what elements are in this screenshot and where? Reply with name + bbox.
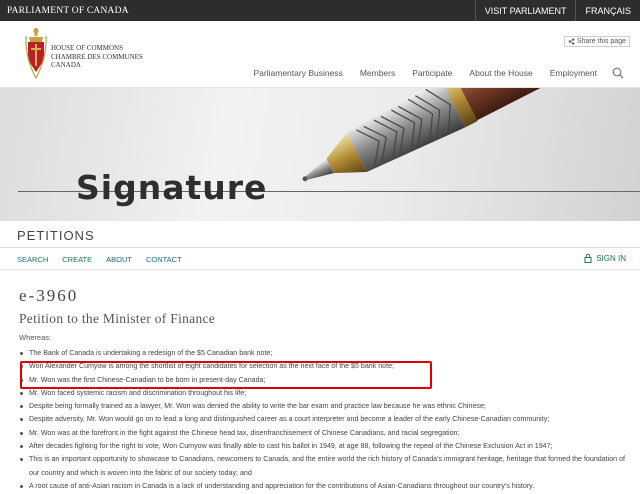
share-icon [568,38,575,45]
house-of-commons-crest-icon[interactable] [25,28,47,80]
main-navigation: Parliamentary Business Members Participa… [237,67,624,79]
list-item: This is an important opportunity to show… [19,453,631,480]
nav-parliamentary-business[interactable]: Parliamentary Business [254,68,343,78]
org-name-country: CANADA [51,61,81,69]
lock-icon [584,253,592,263]
list-item: Despite being formally trained as a lawy… [19,400,631,413]
nav-members[interactable]: Members [360,68,395,78]
petition-title: Petition to the Minister of Finance [19,311,216,326]
top-utility-bar: PARLIAMENT OF CANADA VISIT PARLIAMENT FR… [0,0,640,21]
top-utility-links: VISIT PARLIAMENT FRANÇAIS [474,0,640,21]
nav-about-the-house[interactable]: About the House [469,68,532,78]
search-icon[interactable] [612,67,624,79]
visit-parliament-link[interactable]: VISIT PARLIAMENT [474,0,576,21]
nav-employment[interactable]: Employment [550,68,597,78]
share-page-label: Share this page [576,38,626,45]
sign-in-link[interactable]: SIGN IN [584,253,626,263]
list-item: Despite adversity, Mr. Won would go on t… [19,413,631,426]
petitions-links: SEARCH CREATE ABOUT CONTACT [17,255,196,264]
list-item: After decades fighting for the right to … [19,440,631,453]
org-name-english: HOUSE OF COMMONS [51,44,123,52]
house-of-commons-wordmark[interactable]: HOUSE OF COMMONS CHAMBRE DES COMMUNES CA… [51,44,143,70]
list-item: The Bank of Canada is undertaking a rede… [19,347,631,360]
petition-number: e-3960 [19,286,79,305]
share-page-button[interactable]: Share this page [563,36,630,47]
subnav-search[interactable]: SEARCH [17,255,48,264]
language-toggle-link[interactable]: FRANÇAIS [575,0,640,21]
site-header: HOUSE OF COMMONS CHAMBRE DES COMMUNES CA… [0,21,640,88]
section-title: PETITIONS [17,228,95,243]
nav-participate[interactable]: Participate [412,68,452,78]
hero-banner-image: Signature [0,88,640,221]
list-item: A root cause of anti-Asian racism in Can… [19,480,631,493]
list-item: Mr. Won was at the forefront in the figh… [19,427,631,440]
sign-in-label: SIGN IN [596,253,626,263]
section-header: PETITIONS [0,221,640,248]
subnav-about[interactable]: ABOUT [106,255,132,264]
petitions-subnav: SEARCH CREATE ABOUT CONTACT SIGN IN [0,248,640,270]
pen-illustration [302,88,640,182]
org-name-french: CHAMBRE DES COMMUNES [51,52,143,61]
subnav-contact[interactable]: CONTACT [146,255,182,264]
highlight-annotation-box [20,361,432,389]
parliament-of-canada-link[interactable]: PARLIAMENT OF CANADA [7,6,129,16]
subnav-create[interactable]: CREATE [62,255,92,264]
whereas-label: Whereas: [19,333,52,342]
